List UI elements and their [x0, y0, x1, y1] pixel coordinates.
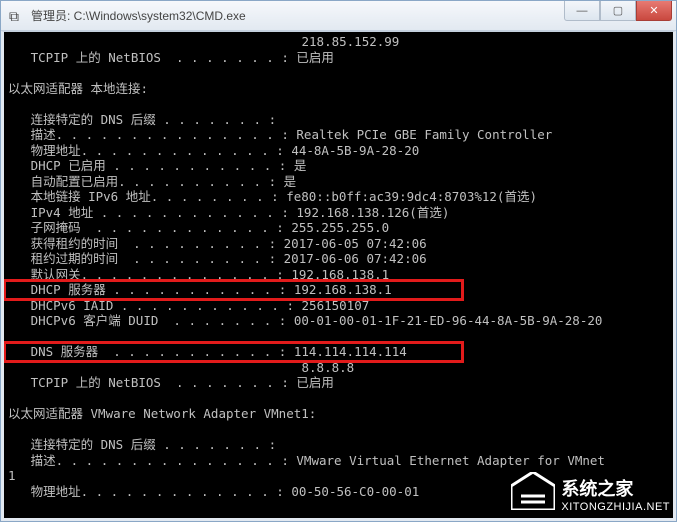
- lease-obtained-label: 获得租约的时间 . . . . . . . . . :: [31, 236, 277, 251]
- autoconfig-label: 自动配置已启用. . . . . . . . . . :: [31, 174, 277, 189]
- vmnet-physaddr-label: 物理地址. . . . . . . . . . . . . :: [31, 484, 284, 499]
- cmd-window: ⧉ 管理员: C:\Windows\system32\CMD.exe — ▢ ✕…: [0, 0, 677, 522]
- dns-alt-value: 8.8.8.8: [302, 360, 355, 375]
- vmnet-physaddr-value: 00-50-56-C0-00-01: [291, 484, 419, 499]
- dhcp-enabled-value: 是: [294, 158, 307, 173]
- subnet-label: 子网掩码 . . . . . . . . . . . . :: [31, 220, 284, 235]
- cmd-icon: ⧉: [9, 8, 25, 24]
- physaddr-value: 44-8A-5B-9A-28-20: [291, 143, 419, 158]
- ip-address: 218.85.152.99: [302, 34, 400, 49]
- adapter-header-vmnet: 以太网适配器 VMware Network Adapter VMnet1:: [8, 406, 316, 421]
- vmnet-dns-suffix-label: 连接特定的 DNS 后缀 . . . . . . . :: [31, 437, 277, 452]
- link-ipv6-label: 本地链接 IPv6 地址. . . . . . . . :: [31, 189, 279, 204]
- physaddr-label: 物理地址. . . . . . . . . . . . . :: [31, 143, 284, 158]
- default-gateway-label: 默认网关. . . . . . . . . . . . . :: [31, 267, 284, 282]
- ipv4-value: 192.168.138.126(首选): [296, 205, 449, 220]
- dhcpv6-iaid-value: 256150107: [302, 298, 370, 313]
- description-label: 描述. . . . . . . . . . . . . . . :: [31, 127, 289, 142]
- subnet-value: 255.255.255.0: [291, 220, 389, 235]
- lease-expires-label: 租约过期的时间 . . . . . . . . . :: [31, 251, 277, 266]
- netbios-value: 已启用: [296, 50, 334, 65]
- lease-expires-value: 2017-06-06 07:42:06: [284, 251, 427, 266]
- dhcp-server-value: 192.168.138.1: [294, 282, 392, 297]
- adapter-header-local: 以太网适配器 本地连接:: [8, 81, 148, 96]
- watermark-url: XITONGZHIJIA.NET: [561, 501, 670, 513]
- dhcp-server-label: DHCP 服务器 . . . . . . . . . . . :: [31, 282, 287, 297]
- dns-suffix-label: 连接特定的 DNS 后缀 . . . . . . . :: [31, 112, 277, 127]
- netbios-label: TCPIP 上的 NetBIOS . . . . . . . :: [31, 50, 289, 65]
- link-ipv6-value: fe80::b0ff:ac39:9dc4:8703%12(首选): [286, 189, 537, 204]
- netbios2-value: 已启用: [296, 375, 334, 390]
- vmnet-description-value: VMware Virtual Ethernet Adapter for VMne…: [296, 453, 605, 468]
- dns-servers-label: DNS 服务器 . . . . . . . . . . . :: [31, 344, 287, 359]
- autoconfig-value: 是: [284, 174, 297, 189]
- dhcpv6-duid-value: 00-01-00-01-1F-21-ED-96-44-8A-5B-9A-28-2…: [294, 313, 603, 328]
- vmnet-description-label: 描述. . . . . . . . . . . . . . . :: [31, 453, 289, 468]
- dhcpv6-duid-label: DHCPv6 客户端 DUID . . . . . . . :: [31, 313, 287, 328]
- watermark: 系统之家 XITONGZHIJIA.NET: [511, 472, 670, 515]
- watermark-name: 系统之家: [561, 479, 633, 499]
- dns-servers-value: 114.114.114.114: [294, 344, 407, 359]
- watermark-text: 系统之家 XITONGZHIJIA.NET: [561, 475, 670, 513]
- vmnet-extra: 1: [8, 468, 16, 483]
- terminal-output: 218.85.152.99 TCPIP 上的 NetBIOS . . . . .…: [1, 31, 676, 521]
- watermark-icon: [511, 472, 555, 515]
- minimize-button[interactable]: —: [564, 1, 600, 21]
- window-controls: — ▢ ✕: [564, 1, 672, 23]
- dhcp-enabled-label: DHCP 已启用 . . . . . . . . . . . :: [31, 158, 287, 173]
- netbios2-label: TCPIP 上的 NetBIOS . . . . . . . :: [31, 375, 289, 390]
- default-gateway-value: 192.168.138.1: [291, 267, 389, 282]
- lease-obtained-value: 2017-06-05 07:42:06: [284, 236, 427, 251]
- description-value: Realtek PCIe GBE Family Controller: [296, 127, 552, 142]
- dhcpv6-iaid-label: DHCPv6 IAID . . . . . . . . . . . :: [31, 298, 294, 313]
- ipv4-label: IPv4 地址 . . . . . . . . . . . . :: [31, 205, 289, 220]
- dhcp-server-highlight: DHCP 服务器 . . . . . . . . . . . : 192.168…: [6, 282, 461, 298]
- close-button[interactable]: ✕: [636, 1, 672, 21]
- dns-servers-highlight: DNS 服务器 . . . . . . . . . . . : 114.114.…: [6, 344, 461, 360]
- maximize-button[interactable]: ▢: [600, 1, 636, 21]
